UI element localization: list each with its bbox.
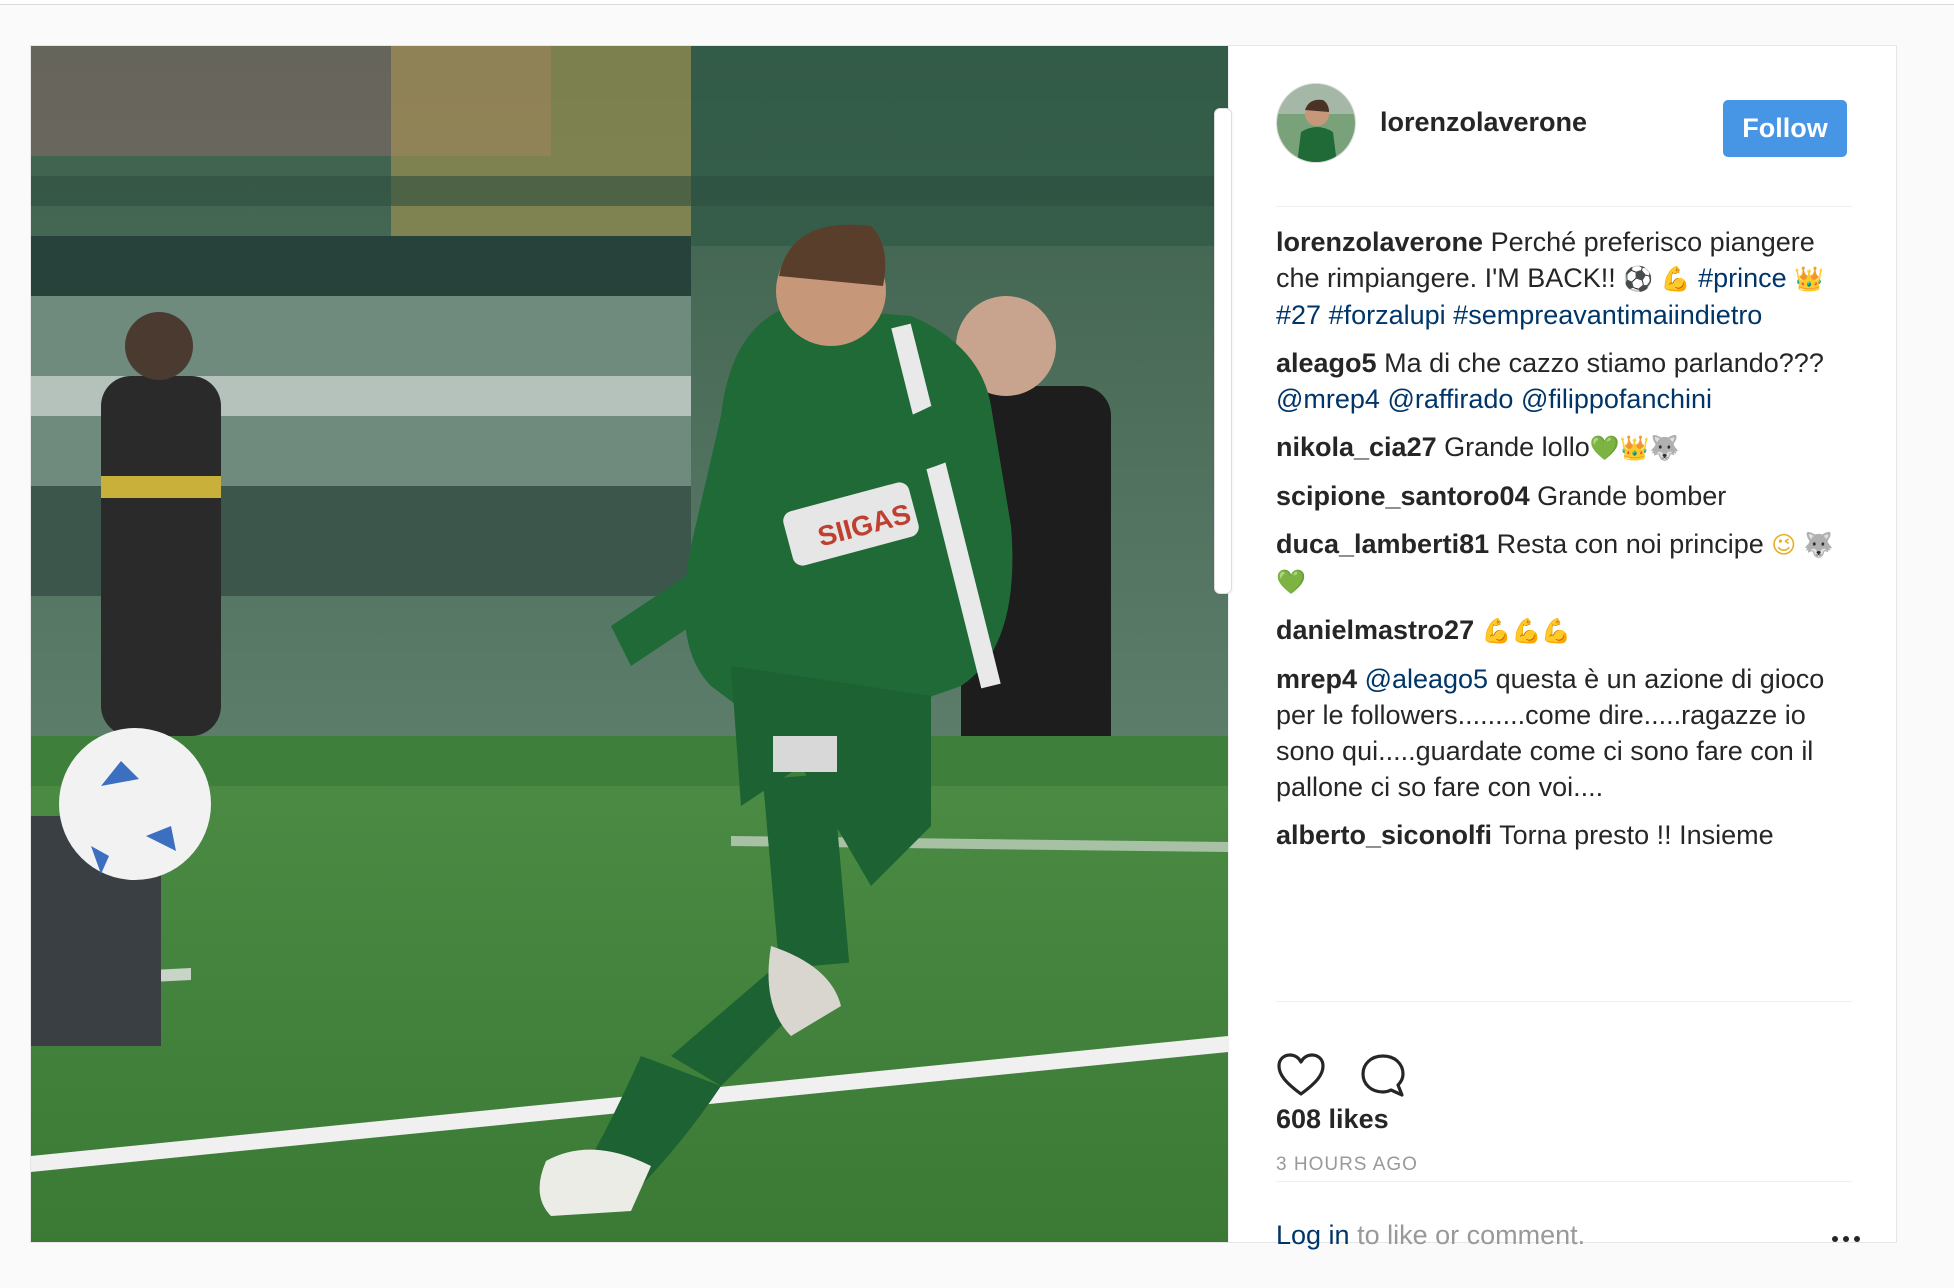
dot [1854,1236,1860,1242]
comment-item: scipione_santoro04 Grande bomber [1276,478,1852,514]
flexed-biceps-emoji: 💪 [1660,265,1691,293]
follow-button[interactable]: Follow [1723,100,1847,157]
winking-face-emoji: 😉 [1771,531,1797,559]
mention-link[interactable]: @filippofanchini [1521,384,1712,414]
comment-username[interactable]: mrep4 [1276,664,1357,694]
divider [1276,1181,1852,1182]
comment-item: alberto_siconolfi Torna presto !! Insiem… [1276,817,1852,853]
post-card: SIIGAS lorenzolaverone Follow lorenzolav… [30,45,1897,1250]
post-photo[interactable]: SIIGAS [31,46,1228,1242]
comment-item: danielmastro27 💪💪💪 [1276,612,1852,649]
green-heart-emoji: 💚 [1589,434,1620,462]
post-actions [1276,1051,1852,1111]
post-details-panel: lorenzolaverone Follow lorenzolaverone P… [1214,46,1896,1250]
heart-icon[interactable] [1276,1051,1326,1101]
hashtag-link[interactable]: #forzalupi [1329,300,1446,330]
mention-link[interactable]: @mrep4 [1276,384,1380,414]
comment-item: mrep4 @aleago5 questa è un azione di gio… [1276,661,1852,805]
author-username[interactable]: lorenzolaverone [1380,107,1587,138]
comment-username[interactable]: aleago5 [1276,348,1377,378]
comment-item: aleago5 Ma di che cazzo stiamo parlando?… [1276,345,1852,417]
post-header: lorenzolaverone Follow [1276,83,1852,207]
comments-scrollbar[interactable] [1214,108,1232,594]
comment-username[interactable]: scipione_santoro04 [1276,481,1530,511]
flexed-biceps-emoji: 💪 [1541,617,1572,645]
comment-text: questa è un azione di gioco per le follo… [1276,664,1825,802]
comment-text: Grande bomber [1537,481,1727,511]
comment-text: Grande lollo [1444,432,1590,462]
comment-text: Torna presto !! Insieme [1499,820,1774,850]
dot [1843,1236,1849,1242]
login-prompt-text: to like or comment. [1349,1220,1586,1250]
login-prompt: Log in to like or comment. [1276,1220,1585,1251]
comment-item: duca_lamberti81 Resta con noi principe 😉… [1276,526,1852,600]
hashtag-link[interactable]: #27 [1276,300,1321,330]
soccer-ball-emoji: ⚽ [1623,265,1654,293]
soccer-player-photo: SIIGAS [31,46,1228,1242]
crown-emoji: 👑 [1794,265,1825,293]
mention-link[interactable]: @aleago5 [1365,664,1489,694]
post-timestamp: 3 HOURS AGO [1276,1154,1418,1175]
hashtag-link[interactable]: #prince [1698,263,1787,293]
mention-link[interactable]: @raffirado [1387,384,1513,414]
dot [1832,1236,1838,1242]
likes-count[interactable]: 608 likes [1276,1104,1389,1135]
more-options-icon[interactable] [1829,1224,1863,1254]
comment-text: Ma di che cazzo stiamo parlando??? [1384,348,1824,378]
caption: lorenzolaverone Perché preferisco piange… [1276,224,1852,333]
comment-text: Resta con noi principe [1496,529,1772,559]
wolf-emoji: 🐺 [1649,434,1680,462]
login-link[interactable]: Log in [1276,1220,1350,1250]
caption-username[interactable]: lorenzolaverone [1276,227,1483,257]
comment-username[interactable]: nikola_cia27 [1276,432,1437,462]
comment-username[interactable]: alberto_siconolfi [1276,820,1492,850]
avatar-image [1277,84,1355,162]
top-bar [0,0,1954,5]
comment-username[interactable]: duca_lamberti81 [1276,529,1489,559]
flexed-biceps-emoji: 💪 [1481,617,1512,645]
hashtag-link[interactable]: #sempreavantimaiindietro [1453,300,1762,330]
wolf-emoji: 🐺 [1803,531,1834,559]
crown-emoji: 👑 [1619,434,1650,462]
comments-list: lorenzolaverone Perché preferisco piange… [1276,224,1852,1002]
flexed-biceps-emoji: 💪 [1511,617,1542,645]
comment-username[interactable]: danielmastro27 [1276,615,1474,645]
green-heart-emoji: 💚 [1276,568,1306,596]
avatar[interactable] [1276,83,1356,163]
comment-item: nikola_cia27 Grande lollo💚👑🐺 [1276,429,1852,466]
comment-bubble-icon[interactable] [1358,1051,1408,1101]
